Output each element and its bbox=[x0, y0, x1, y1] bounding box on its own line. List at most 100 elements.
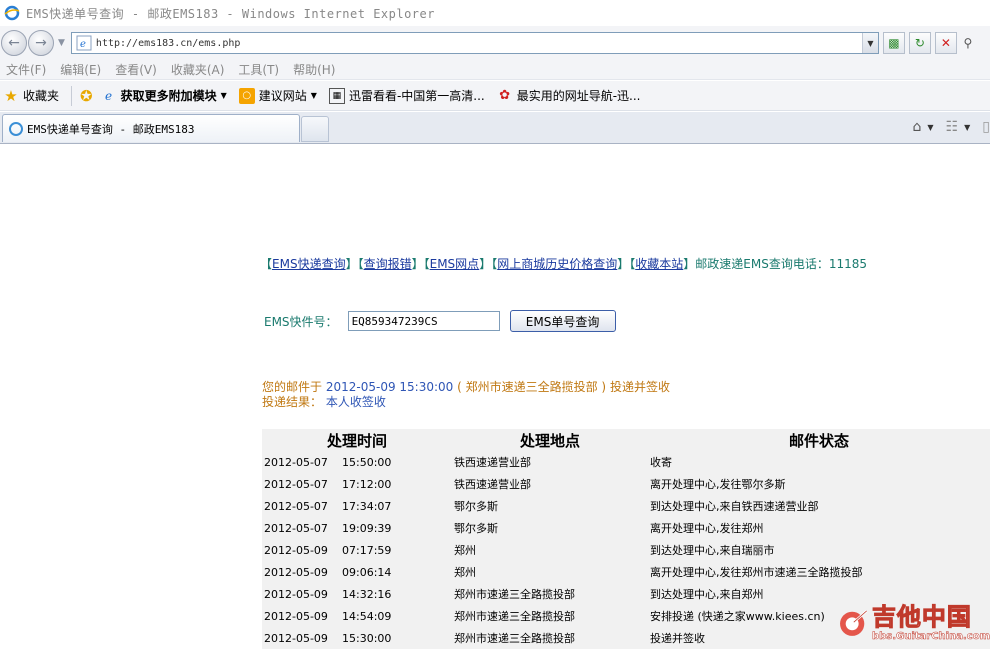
row-date: 2012-05-07 bbox=[264, 477, 328, 491]
row-time: 15:30:00 bbox=[342, 631, 392, 645]
link-price-history[interactable]: 网上商城历史价格查询 bbox=[497, 257, 617, 271]
favorite-link-xunlei[interactable]: ▦ 迅雷看看-中国第一高清... bbox=[328, 87, 485, 104]
menu-tools[interactable]: 工具(T) bbox=[238, 61, 279, 78]
menu-view[interactable]: 查看(V) bbox=[115, 61, 157, 78]
link-ems-outlets[interactable]: EMS网点 bbox=[430, 257, 480, 271]
row-time: 09:06:14 bbox=[342, 565, 392, 579]
suggested-sites-item[interactable]: ○ 建议网站 ▼ bbox=[238, 87, 317, 104]
suggested-sites-icon: ○ bbox=[238, 87, 255, 104]
delivery-label: 投递结果： bbox=[262, 395, 323, 409]
loading-icon bbox=[9, 121, 23, 136]
add-favorite-icon[interactable]: ✪ bbox=[80, 87, 93, 105]
row-status: 离开处理中心,发往郑州 bbox=[650, 522, 764, 535]
guitar-logo-icon bbox=[840, 609, 868, 636]
table-row: 2012-05-07 17:12:00 铁西速递营业部 离开处理中心,发往鄂尔多… bbox=[262, 473, 990, 495]
result-place: ( 郑州市速递三全路揽投部 ) bbox=[457, 380, 607, 394]
chevron-down-icon[interactable]: ▼ bbox=[964, 123, 970, 132]
top-links: 【EMS快递查询】【查询报错】【EMS网点】【网上商城历史价格查询】【收藏本站】… bbox=[260, 257, 867, 271]
row-status: 收寄 bbox=[650, 456, 672, 469]
url-dropdown-button[interactable]: ▼ bbox=[861, 33, 878, 53]
menu-file[interactable]: 文件(F) bbox=[6, 61, 46, 78]
print-icon[interactable]: ▯ bbox=[982, 119, 990, 135]
row-status: 到达处理中心,来自铁西速递营业部 bbox=[650, 500, 819, 513]
row-status: 离开处理中心,发往郑州市速递三全路揽投部 bbox=[650, 566, 863, 579]
row-place: 郑州市速递三全路揽投部 bbox=[454, 610, 575, 623]
row-place: 铁西速递营业部 bbox=[454, 478, 531, 491]
table-row: 2012-05-07 19:09:39 鄂尔多斯 离开处理中心,发往郑州 bbox=[262, 517, 990, 539]
favorite-link-label: 最实用的网址导航-迅... bbox=[516, 89, 641, 103]
row-date: 2012-05-09 bbox=[264, 587, 328, 601]
url-input[interactable] bbox=[95, 37, 862, 49]
row-place: 鄂尔多斯 bbox=[454, 500, 498, 513]
rss-feed-icon[interactable]: ☷ bbox=[946, 119, 959, 135]
table-row: 2012-05-07 17:34:07 鄂尔多斯 到达处理中心,来自铁西速递营业… bbox=[262, 495, 990, 517]
get-addons-label: 获取更多附加模块 bbox=[120, 89, 217, 103]
row-time: 17:34:07 bbox=[342, 499, 392, 513]
home-icon[interactable]: ⌂ bbox=[913, 119, 922, 135]
table-header-row: 处理时间 处理地点 邮件状态 bbox=[262, 429, 990, 451]
favorite-link-label: 迅雷看看-中国第一高清... bbox=[348, 89, 485, 103]
result-prefix: 您的邮件于 bbox=[262, 380, 323, 394]
watermark-cn: 吉他中国 bbox=[871, 603, 972, 632]
window-title: EMS快递单号查询 - 邮政EMS183 - Windows Internet … bbox=[26, 6, 435, 21]
stop-button[interactable]: ✕ bbox=[934, 32, 957, 54]
refresh-button[interactable]: ↻ bbox=[908, 32, 931, 54]
menu-help[interactable]: 帮助(H) bbox=[293, 61, 335, 78]
table-row: 2012-05-07 15:50:00 铁西速递营业部 收寄 bbox=[262, 451, 990, 473]
tab-bar: EMS快递单号查询 - 邮政EMS183 ⌂ ▼ ☷ ▼ ▯ bbox=[0, 112, 990, 144]
ems-query-button[interactable]: EMS单号查询 bbox=[509, 310, 616, 332]
get-addons-item[interactable]: e 获取更多附加模块 ▼ bbox=[101, 87, 227, 104]
header-status: 邮件状态 bbox=[788, 431, 849, 450]
row-place: 郑州市速递三全路揽投部 bbox=[454, 632, 575, 645]
row-place: 郑州 bbox=[454, 566, 476, 579]
row-time: 15:50:00 bbox=[342, 455, 392, 469]
recent-pages-dropdown[interactable]: ▼ bbox=[58, 38, 65, 48]
search-button[interactable]: ⚲ bbox=[961, 32, 975, 54]
row-time: 07:17:59 bbox=[342, 543, 392, 557]
header-time: 处理时间 bbox=[326, 431, 387, 450]
row-time: 17:12:00 bbox=[342, 477, 392, 491]
menu-bar: 文件(F) 编辑(E) 查看(V) 收藏夹(A) 工具(T) 帮助(H) bbox=[0, 60, 990, 80]
compatibility-view-button[interactable]: ▩ bbox=[882, 32, 905, 54]
xunlei-icon: ✿ bbox=[499, 88, 511, 103]
row-place: 郑州 bbox=[454, 544, 476, 557]
row-date: 2012-05-09 bbox=[264, 543, 328, 557]
favorites-label: 收藏夹 bbox=[23, 89, 60, 103]
header-place: 处理地点 bbox=[519, 431, 580, 450]
favorite-link-nav[interactable]: ✿ 最实用的网址导航-迅... bbox=[497, 87, 641, 104]
row-date: 2012-05-09 bbox=[264, 609, 328, 623]
compat-icon: ▩ bbox=[888, 36, 900, 50]
row-status: 离开处理中心,发往鄂尔多斯 bbox=[650, 478, 786, 491]
tracking-number-input[interactable] bbox=[347, 311, 500, 331]
tracking-search-form: EMS快件号： EMS单号查询 bbox=[264, 310, 616, 332]
favorites-button[interactable]: ★ 收藏夹 bbox=[3, 86, 60, 105]
back-button[interactable]: ← bbox=[1, 30, 27, 56]
result-summary: 您的邮件于 2012-05-09 15:30:00 ( 郑州市速递三全路揽投部 … bbox=[262, 380, 670, 410]
row-place: 郑州市速递三全路揽投部 bbox=[454, 588, 575, 601]
chevron-down-icon[interactable]: ▼ bbox=[927, 123, 933, 132]
result-line: 您的邮件于 2012-05-09 15:30:00 ( 郑州市速递三全路揽投部 … bbox=[262, 380, 670, 395]
page-ie-icon: e bbox=[76, 35, 92, 51]
menu-favorites[interactable]: 收藏夹(A) bbox=[171, 61, 225, 78]
tab-active[interactable]: EMS快递单号查询 - 邮政EMS183 bbox=[2, 114, 300, 142]
row-date: 2012-05-07 bbox=[264, 499, 328, 513]
menu-edit[interactable]: 编辑(E) bbox=[60, 61, 101, 78]
star-icon: ★ bbox=[4, 86, 18, 105]
link-ems-query[interactable]: EMS快递查询 bbox=[272, 257, 346, 271]
favorites-bar: ★ 收藏夹 ✪ e 获取更多附加模块 ▼ ○ 建议网站 ▼ ▦ 迅雷看看-中国第… bbox=[0, 81, 990, 111]
svg-text:e: e bbox=[80, 39, 86, 50]
search-icon: ⚲ bbox=[963, 36, 973, 50]
row-date: 2012-05-09 bbox=[264, 565, 328, 579]
new-tab-button[interactable] bbox=[301, 116, 329, 142]
divider bbox=[71, 85, 73, 106]
web-page-icon: ▦ bbox=[328, 87, 345, 104]
ie-page-icon: e bbox=[105, 88, 113, 103]
link-report-error[interactable]: 查询报错 bbox=[364, 257, 412, 271]
tracking-number-label: EMS快件号： bbox=[264, 314, 338, 329]
hotline-text: 邮政速递EMS查询电话：11185 bbox=[695, 257, 867, 271]
navigation-bar: ← → ▼ e ▼ ▩ ↻ ✕ ⚲ bbox=[0, 26, 990, 60]
refresh-icon: ↻ bbox=[914, 36, 925, 50]
link-bookmark-site[interactable]: 收藏本站 bbox=[635, 257, 683, 271]
delivery-line: 投递结果： 本人收签收 bbox=[262, 395, 670, 410]
forward-button[interactable]: → bbox=[28, 30, 54, 56]
